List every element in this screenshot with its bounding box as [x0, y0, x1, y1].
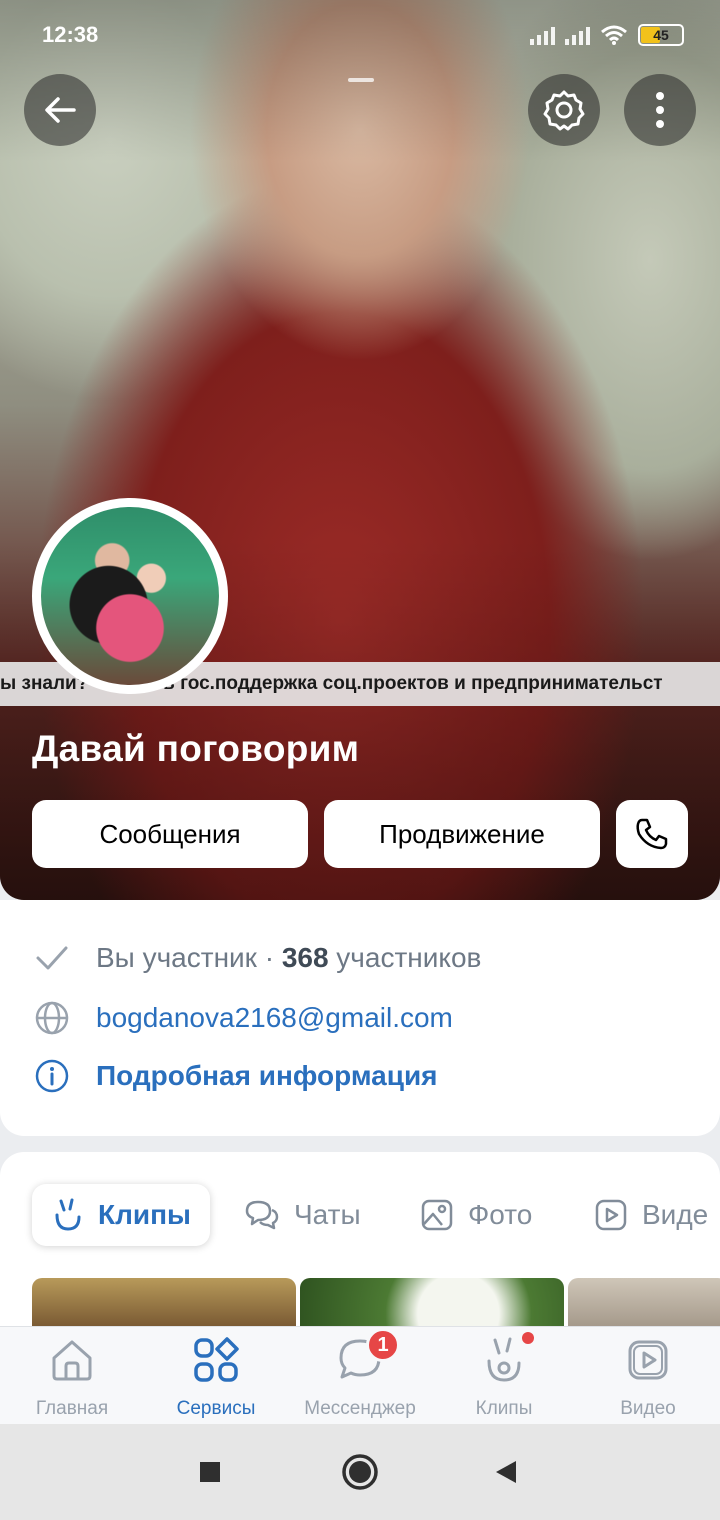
nav-services-label: Сервисы: [176, 1398, 256, 1419]
signal-icon: [565, 25, 590, 45]
phone-icon: [636, 818, 668, 850]
nav-home-label: Главная: [35, 1398, 109, 1419]
nav-messenger-label: Мессенджер: [304, 1398, 416, 1419]
tab-clips[interactable]: Клипы: [32, 1184, 210, 1246]
gear-icon: [543, 90, 585, 131]
clips-notification-dot: [522, 1332, 534, 1344]
messenger-icon: 1: [336, 1328, 400, 1386]
avatar-image: [41, 507, 219, 685]
home-icon: [48, 1334, 96, 1386]
membership-separator: ·: [256, 942, 282, 973]
check-icon: [34, 940, 70, 976]
tab-photo-label: Фото: [468, 1199, 533, 1230]
messenger-badge: 1: [366, 1328, 400, 1362]
tab-chats[interactable]: Чаты: [244, 1184, 361, 1246]
triangle-back-icon: [496, 1461, 516, 1483]
video-icon: [594, 1198, 628, 1232]
home-button[interactable]: [336, 1448, 384, 1496]
page-title: Давай поговорим: [32, 728, 360, 769]
nav-clips-label: Клипы: [475, 1398, 533, 1419]
arrow-left-icon: [45, 97, 76, 123]
status-bar: 12:38 45: [0, 0, 720, 70]
more-vertical-icon: [656, 92, 664, 128]
circle-icon: [342, 1454, 378, 1490]
services-icon: [192, 1334, 240, 1386]
status-icons: 45: [530, 24, 684, 46]
nav-video-label: Видео: [620, 1398, 676, 1419]
tab-video[interactable]: Виде: [594, 1184, 708, 1246]
messages-button-label: Сообщения: [99, 818, 241, 849]
tab-clips-label: Клипы: [98, 1199, 191, 1230]
messages-button[interactable]: Сообщения: [32, 800, 308, 868]
status-time: 12:38: [42, 22, 99, 47]
clips-icon: [482, 1332, 534, 1386]
photo-icon: [420, 1198, 454, 1232]
tab-chats-label: Чаты: [294, 1199, 361, 1230]
nav-item-clips[interactable]: Клипы: [432, 1332, 576, 1420]
members-word: участников: [328, 942, 482, 973]
battery-level: 45: [653, 27, 669, 43]
back-button[interactable]: [24, 74, 96, 146]
nav-item-home[interactable]: Главная: [0, 1334, 144, 1420]
details-link[interactable]: Подробная информация: [96, 1060, 438, 1092]
battery-icon: 45: [638, 24, 684, 46]
email-link[interactable]: bogdanova2168@gmail.com: [96, 1002, 453, 1034]
cover-pager-indicator: [348, 78, 374, 82]
recent-apps-button[interactable]: [186, 1448, 234, 1496]
system-back-button[interactable]: [482, 1448, 530, 1496]
nav-item-video[interactable]: Видео: [576, 1334, 720, 1420]
globe-icon: [34, 1000, 70, 1036]
chats-icon: [244, 1199, 280, 1231]
tab-photo[interactable]: Фото: [420, 1184, 532, 1246]
nav-item-services[interactable]: Сервисы: [144, 1334, 288, 1420]
clips-icon: [52, 1198, 84, 1232]
promotion-button[interactable]: Продвижение: [324, 800, 600, 868]
video-icon: [624, 1334, 672, 1386]
promotion-button-label: Продвижение: [379, 818, 545, 849]
avatar[interactable]: [32, 498, 228, 694]
settings-button[interactable]: [528, 74, 600, 146]
info-icon: [34, 1058, 70, 1094]
wifi-icon: [601, 25, 627, 45]
signal-icon: [530, 25, 555, 45]
call-button[interactable]: [616, 800, 688, 868]
tab-video-label: Виде: [642, 1199, 709, 1230]
members-count: 368: [281, 942, 329, 973]
more-button[interactable]: [624, 74, 696, 146]
square-icon: [200, 1462, 220, 1482]
nav-item-messenger[interactable]: 1 Мессенджер: [288, 1328, 432, 1420]
membership-text: Вы участник · 368 участников: [96, 942, 481, 974]
membership-status: Вы участник: [96, 942, 257, 973]
